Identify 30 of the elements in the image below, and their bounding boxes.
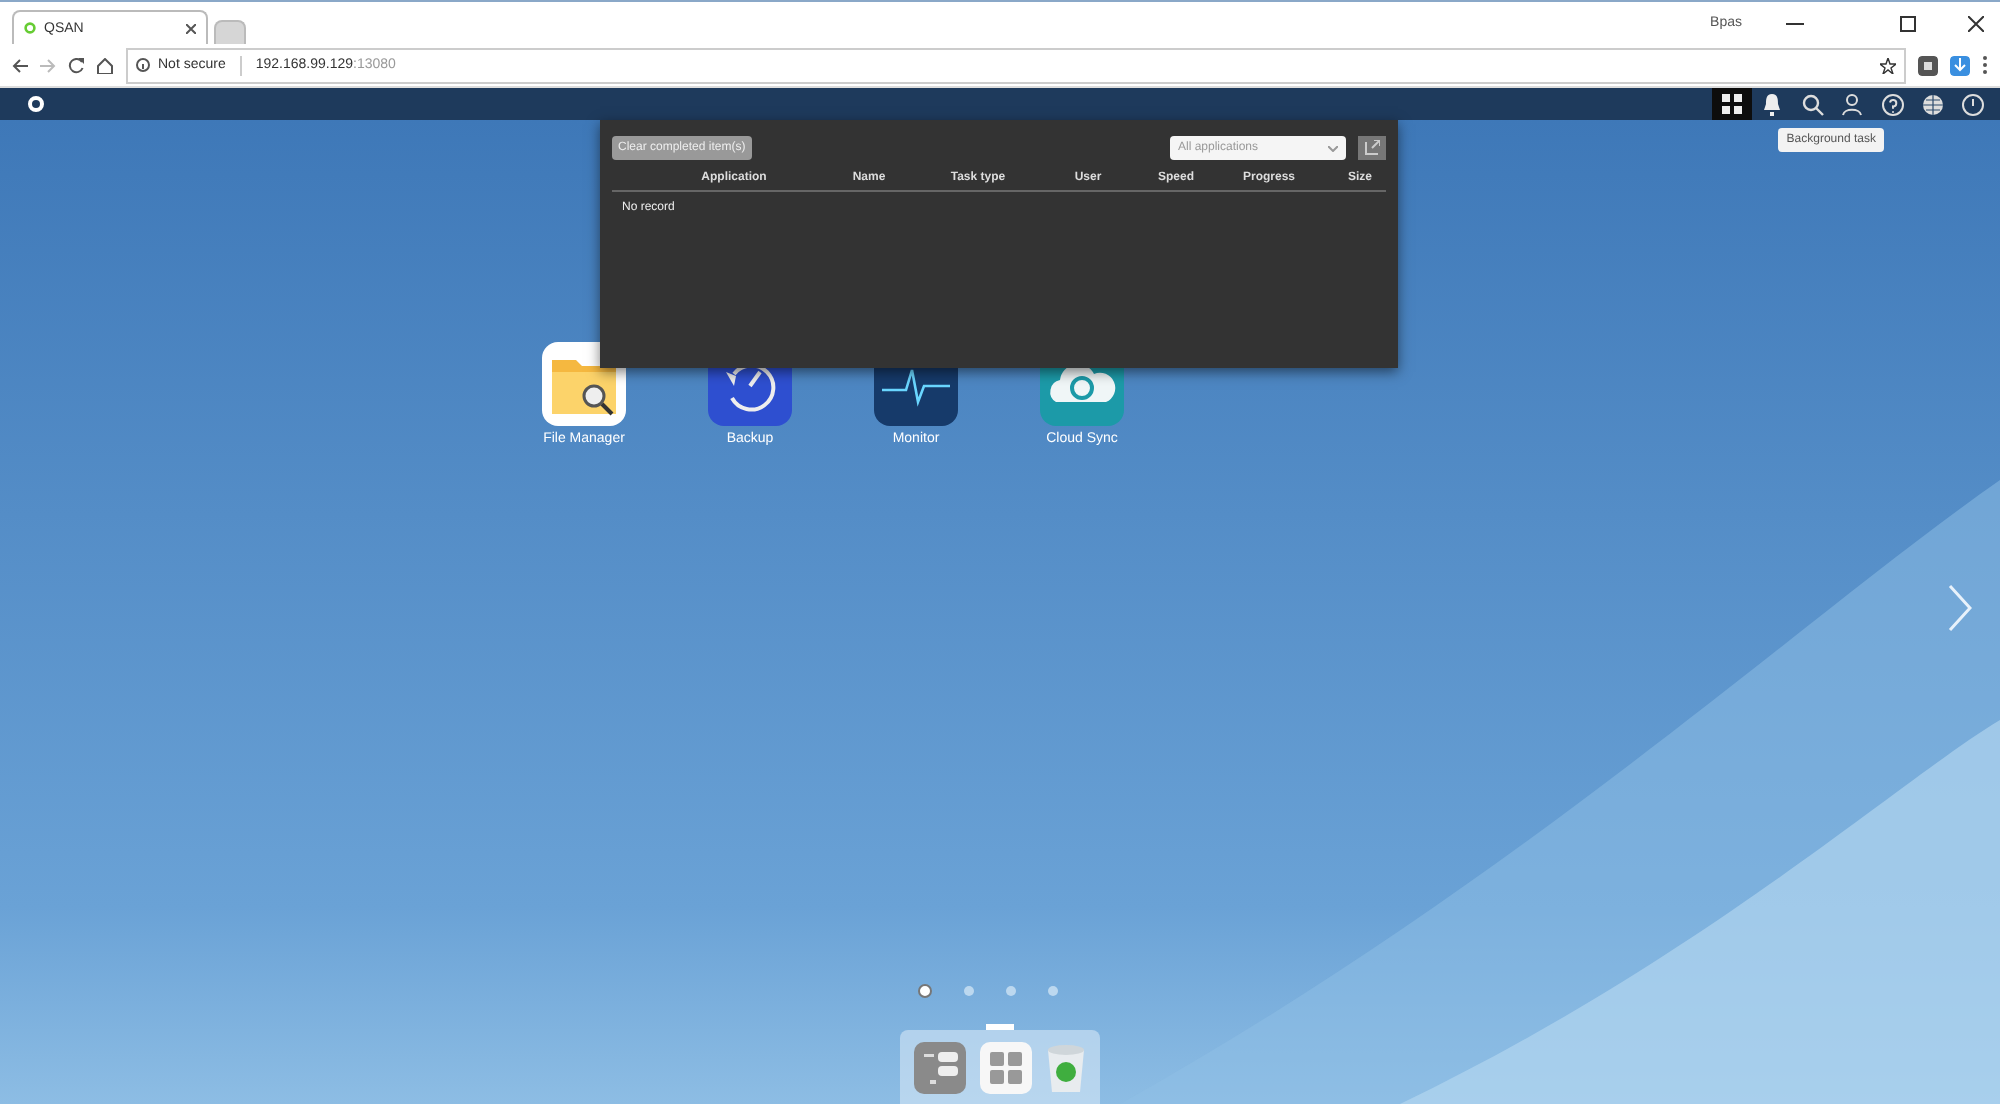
chevron-icon: [1328, 145, 1338, 151]
toolbar-button[interactable]: [1712, 88, 1752, 120]
page-dot[interactable]: [1006, 986, 1016, 996]
extension-icon[interactable]: [1918, 55, 1938, 75]
gauge-icon: [1961, 93, 1983, 115]
apps-icon: [1722, 94, 1742, 114]
home-icon[interactable]: [96, 57, 114, 73]
maximize-icon[interactable]: [1900, 15, 1916, 31]
bell-icon: [1762, 93, 1782, 115]
site-icon: [24, 22, 36, 34]
close-icon[interactable]: [186, 23, 196, 33]
user-icon: [1842, 93, 1862, 115]
search-icon: [1801, 93, 1823, 115]
close-icon[interactable]: [1968, 15, 1984, 31]
back-icon[interactable]: [12, 57, 28, 73]
help-icon: [1881, 93, 1903, 115]
globe-icon: [1921, 93, 1943, 115]
star-icon[interactable]: [1880, 57, 1896, 73]
info-icon: [136, 58, 150, 72]
menu-icon[interactable]: [1982, 56, 1988, 74]
page-dot[interactable]: [1048, 986, 1058, 996]
apps-icon[interactable]: [979, 1041, 1032, 1093]
storage-icon[interactable]: [914, 1041, 967, 1093]
download-icon[interactable]: [1950, 55, 1970, 75]
logo-icon[interactable]: [28, 96, 44, 112]
page-dot[interactable]: [918, 984, 932, 998]
popout-button[interactable]: [1358, 136, 1386, 160]
reload-icon[interactable]: [68, 57, 84, 73]
external-link-icon: [1364, 140, 1380, 156]
page-dot[interactable]: [964, 986, 974, 996]
